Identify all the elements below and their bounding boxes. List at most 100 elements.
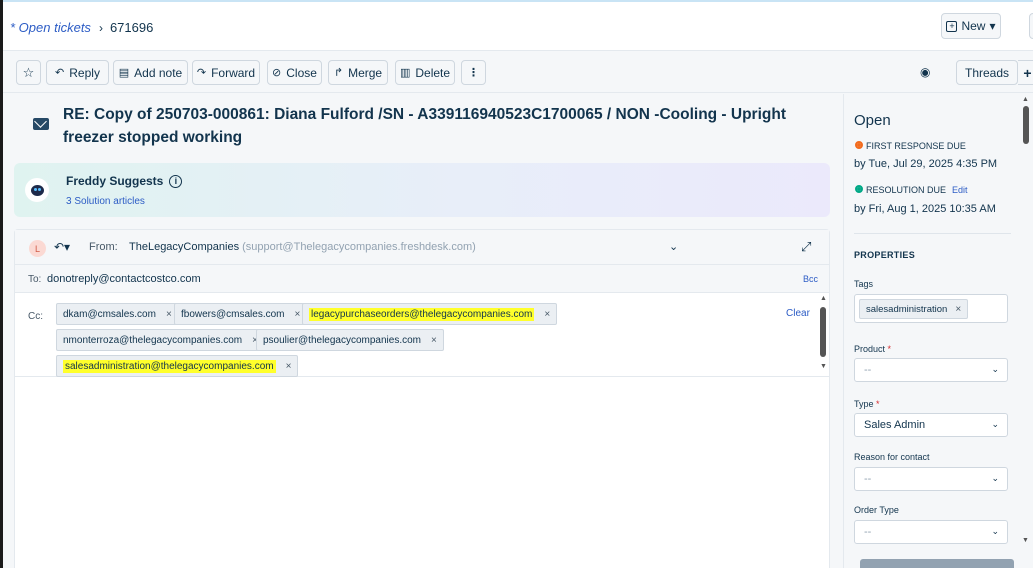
freddy-title: Freddy Suggests i xyxy=(66,174,183,188)
scrollbar-thumb[interactable] xyxy=(1023,106,1029,144)
first-response-label: FIRST RESPONSE DUE xyxy=(866,141,966,151)
type-label-text: Type xyxy=(854,399,874,409)
close-icon[interactable]: × xyxy=(431,335,437,346)
freddy-suggests-banner: Freddy Suggests i 3 Solution articles xyxy=(14,163,830,217)
order-type-label: Order Type xyxy=(854,505,899,515)
merge-button[interactable]: ↱ Merge xyxy=(328,60,388,85)
from-label: From: xyxy=(89,241,118,253)
more-vertical-icon: ⋮ xyxy=(468,67,479,79)
close-button[interactable]: ⊘ Close xyxy=(267,60,322,85)
required-mark: * xyxy=(876,399,880,409)
close-icon[interactable]: × xyxy=(166,309,172,320)
scroll-down-icon[interactable]: ▼ xyxy=(1022,537,1029,544)
reply-icon: ↶ xyxy=(55,67,65,79)
plus-square-icon: + xyxy=(946,20,958,32)
chevron-down-icon: ⌄ xyxy=(991,526,999,536)
reason-label: Reason for contact xyxy=(854,452,930,462)
cc-chip-email: salesadministration@thelegacycompanies.c… xyxy=(63,359,276,373)
cc-label: Cc: xyxy=(28,311,43,322)
merge-icon: ↱ xyxy=(333,67,344,79)
clear-cc-link[interactable]: Clear xyxy=(786,308,810,319)
cc-chip[interactable]: dkam@cmsales.com × xyxy=(56,303,179,325)
note-icon: ▤ xyxy=(118,67,130,79)
scroll-up-icon[interactable]: ▲ xyxy=(1022,96,1029,103)
chevron-down-icon: ⌄ xyxy=(991,473,999,483)
close-icon[interactable]: × xyxy=(295,309,301,320)
cc-chip[interactable]: psoulier@thelegacycompanies.com × xyxy=(256,329,444,351)
product-label-text: Product xyxy=(854,344,886,354)
chevron-down-icon: ⌄ xyxy=(991,364,999,374)
ticket-main: RE: Copy of 250703-000861: Diana Fulford… xyxy=(3,94,839,568)
first-response-status-icon xyxy=(855,141,863,149)
cc-chip[interactable]: salesadministration@thelegacycompanies.c… xyxy=(56,355,299,377)
cc-chip-email: dkam@cmsales.com xyxy=(63,308,156,320)
cc-chip[interactable]: legacypurchaseorders@thelegacycompanies.… xyxy=(302,303,558,325)
add-panel-button[interactable]: + xyxy=(1018,60,1033,85)
close-icon[interactable]: × xyxy=(286,361,292,372)
resolution-label: RESOLUTION DUE xyxy=(866,185,947,195)
breadcrumb-open-tickets-link[interactable]: * Open tickets xyxy=(10,20,91,35)
type-label: Type * xyxy=(854,399,880,409)
scrollbar-thumb[interactable] xyxy=(820,307,826,357)
edit-resolution-link[interactable]: Edit xyxy=(952,185,968,195)
close-icon[interactable]: × xyxy=(955,304,961,315)
product-value: -- xyxy=(864,364,872,376)
tag-chip-label: salesadministration xyxy=(866,303,948,315)
solution-articles-link[interactable]: 3 Solution articles xyxy=(66,196,145,207)
resolution-date: by Fri, Aug 1, 2025 10:35 AM xyxy=(854,203,996,215)
first-response-date: by Tue, Jul 29, 2025 4:35 PM xyxy=(854,158,998,170)
ticket-status: Open xyxy=(854,112,891,129)
close-button-label: Close xyxy=(286,65,317,80)
cc-row: Cc: dkam@cmsales.com × fbowers@cmsales.c… xyxy=(15,293,829,377)
more-actions-button[interactable]: ⋮ xyxy=(461,60,486,85)
star-button[interactable]: ☆ xyxy=(16,60,41,85)
forward-button[interactable]: ↷ Forward xyxy=(192,60,260,85)
from-row: L ↶▾ From: TheLegacyCompanies (support@Th… xyxy=(15,230,829,265)
delete-button[interactable]: ▥ Delete xyxy=(395,60,455,85)
to-row: To: donotreply@contactcostco.com Bcc xyxy=(15,265,829,293)
add-note-button[interactable]: ▤ Add note xyxy=(113,60,188,85)
to-label: To: xyxy=(28,274,42,285)
bcc-link[interactable]: Bcc xyxy=(803,274,818,284)
reply-editor: L ↶▾ From: TheLegacyCompanies (support@Th… xyxy=(14,229,830,568)
required-mark: * xyxy=(887,344,892,354)
cc-chip[interactable]: fbowers@cmsales.com × xyxy=(174,303,308,325)
divider xyxy=(854,233,1011,234)
properties-panel: Open FIRST RESPONSE DUE by Tue, Jul 29, … xyxy=(843,94,1020,568)
chevron-down-icon[interactable]: ⌄ xyxy=(669,240,678,253)
star-icon: ☆ xyxy=(22,64,35,80)
order-type-select[interactable]: -- ⌄ xyxy=(854,520,1008,544)
scroll-up-icon[interactable]: ▲ xyxy=(820,295,827,302)
cc-chip-email: nmonterroza@thelegacycompanies.com xyxy=(63,334,243,346)
tags-input[interactable]: salesadministration × xyxy=(854,294,1008,323)
panel-scrollbar[interactable]: ▲ ▼ xyxy=(1020,94,1033,568)
threads-button[interactable]: Threads xyxy=(956,60,1018,85)
type-select[interactable]: Sales Admin ⌄ xyxy=(854,413,1008,437)
properties-title: PROPERTIES xyxy=(854,250,916,260)
reply-button[interactable]: ↶ Reply xyxy=(46,60,109,85)
product-select[interactable]: -- ⌄ xyxy=(854,358,1008,382)
tag-chip[interactable]: salesadministration × xyxy=(859,299,969,319)
chevron-down-icon: ▾ xyxy=(989,19,996,33)
header-overflow-button[interactable] xyxy=(1029,13,1033,39)
cc-scrollbar[interactable]: ▲ ▼ xyxy=(820,295,827,373)
order-type-value: -- xyxy=(864,526,872,538)
reply-body-editor[interactable] xyxy=(15,378,829,568)
update-button[interactable] xyxy=(860,559,1014,568)
cc-chip[interactable]: nmonterroza@thelegacycompanies.com × xyxy=(56,329,265,351)
ticket-subject: RE: Copy of 250703-000861: Diana Fulford… xyxy=(63,106,786,146)
merge-button-label: Merge xyxy=(348,65,383,80)
scroll-down-icon[interactable]: ▼ xyxy=(820,363,827,370)
info-icon[interactable]: i xyxy=(169,174,183,188)
cc-chip-email: fbowers@cmsales.com xyxy=(181,308,285,320)
resolution-due-row: RESOLUTION DUE Edit xyxy=(866,185,968,195)
eye-icon[interactable]: ◉ xyxy=(920,65,930,79)
reason-select[interactable]: -- ⌄ xyxy=(854,467,1008,491)
close-icon[interactable]: × xyxy=(544,309,550,320)
expand-icon[interactable]: ⤢ xyxy=(801,239,811,255)
from-select[interactable]: TheLegacyCompanies (support@Thelegacycomp… xyxy=(129,241,476,253)
avatar: L xyxy=(29,240,46,257)
to-field[interactable]: donotreply@contactcostco.com xyxy=(47,273,201,285)
reply-type-dropdown-icon[interactable]: ↶▾ xyxy=(54,240,70,254)
new-button[interactable]: + New ▾ xyxy=(941,13,1001,39)
